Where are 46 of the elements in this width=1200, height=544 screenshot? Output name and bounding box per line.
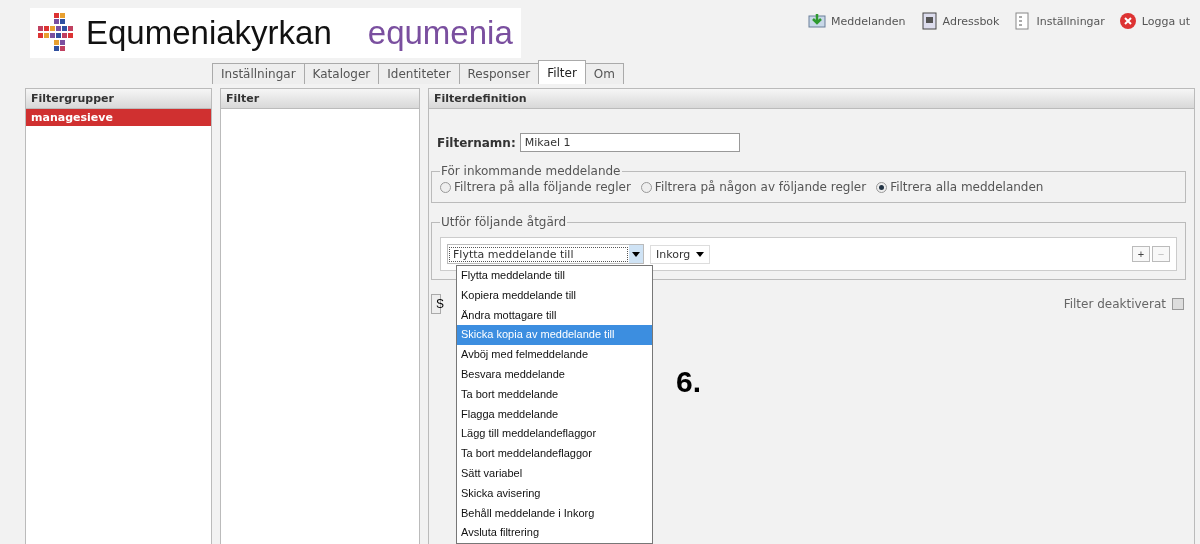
dropdown-option[interactable]: Ta bort meddelandeflaggor [457,444,652,464]
step-number: 6. [676,365,702,399]
dropdown-option[interactable]: Ta bort meddelande [457,384,652,405]
logout-icon [1118,12,1137,30]
caret-icon [632,251,640,257]
tab[interactable]: Om [584,63,624,84]
logo-subtext: equmenia [367,14,513,52]
radio-option[interactable]: Filtrera på någon av följande regler [640,180,867,194]
dropdown-option[interactable]: Kopiera meddelande till [457,285,652,306]
filter-name-label: Filternamn: [437,135,516,150]
top-link[interactable]: Logga ut [1118,12,1190,30]
filter-name-field[interactable]: Mikael 1 [519,133,740,152]
tab[interactable]: Responser [458,63,540,84]
dropdown-option[interactable]: Ändra mottagare till [457,305,652,326]
tab[interactable]: Identiteter [378,63,460,84]
caret-icon [696,251,705,257]
dropdown-option[interactable]: Skicka avisering [457,483,652,504]
dropdown-option[interactable]: Flagga meddelande [457,404,652,425]
top-link[interactable]: Meddelanden [808,12,906,30]
dropdown-option[interactable]: Avböj med felmeddelande [457,345,652,365]
logo-text: Equmeniakyrkan [86,14,332,52]
tab[interactable]: Kataloger [303,63,380,84]
dropdown-option[interactable]: Besvara meddelande [457,365,652,385]
fieldset-legend: För inkommande meddelande [440,164,622,178]
settings-icon [1013,12,1032,30]
dropdown-option[interactable]: Lägg till meddelandeflaggor [457,424,652,445]
fieldset-legend: Utför följande åtgärd [440,215,568,229]
checkbox[interactable] [1172,298,1184,310]
action-select[interactable]: Flytta meddelande till [447,244,644,264]
book-icon [919,12,938,30]
panel-header: Filtergrupper [26,89,211,109]
radio-option[interactable]: Filtrera på alla följande regler [440,180,631,194]
dropdown-option[interactable]: Flytta meddelande till [457,266,652,286]
tab[interactable]: Filter [538,60,586,84]
dropdown-option[interactable]: Sätt variabel [457,463,652,484]
mail-icon [808,12,827,30]
tab[interactable]: Inställningar [212,63,305,84]
filter-group-item[interactable]: managesieve [26,109,211,126]
top-link[interactable]: Inställningar [1013,12,1105,30]
dropdown-option[interactable]: Avsluta filtrering [457,523,652,544]
panel-header: Filter [221,89,419,109]
dropdown-option[interactable]: Behåll meddelande i Inkorg [457,503,652,524]
folder-select[interactable]: Inkorg [650,244,711,264]
add-button[interactable]: + [1132,246,1150,262]
radio-option[interactable]: Filtrera alla meddelanden [876,180,1044,194]
top-link[interactable]: Adressbok [919,12,1000,30]
